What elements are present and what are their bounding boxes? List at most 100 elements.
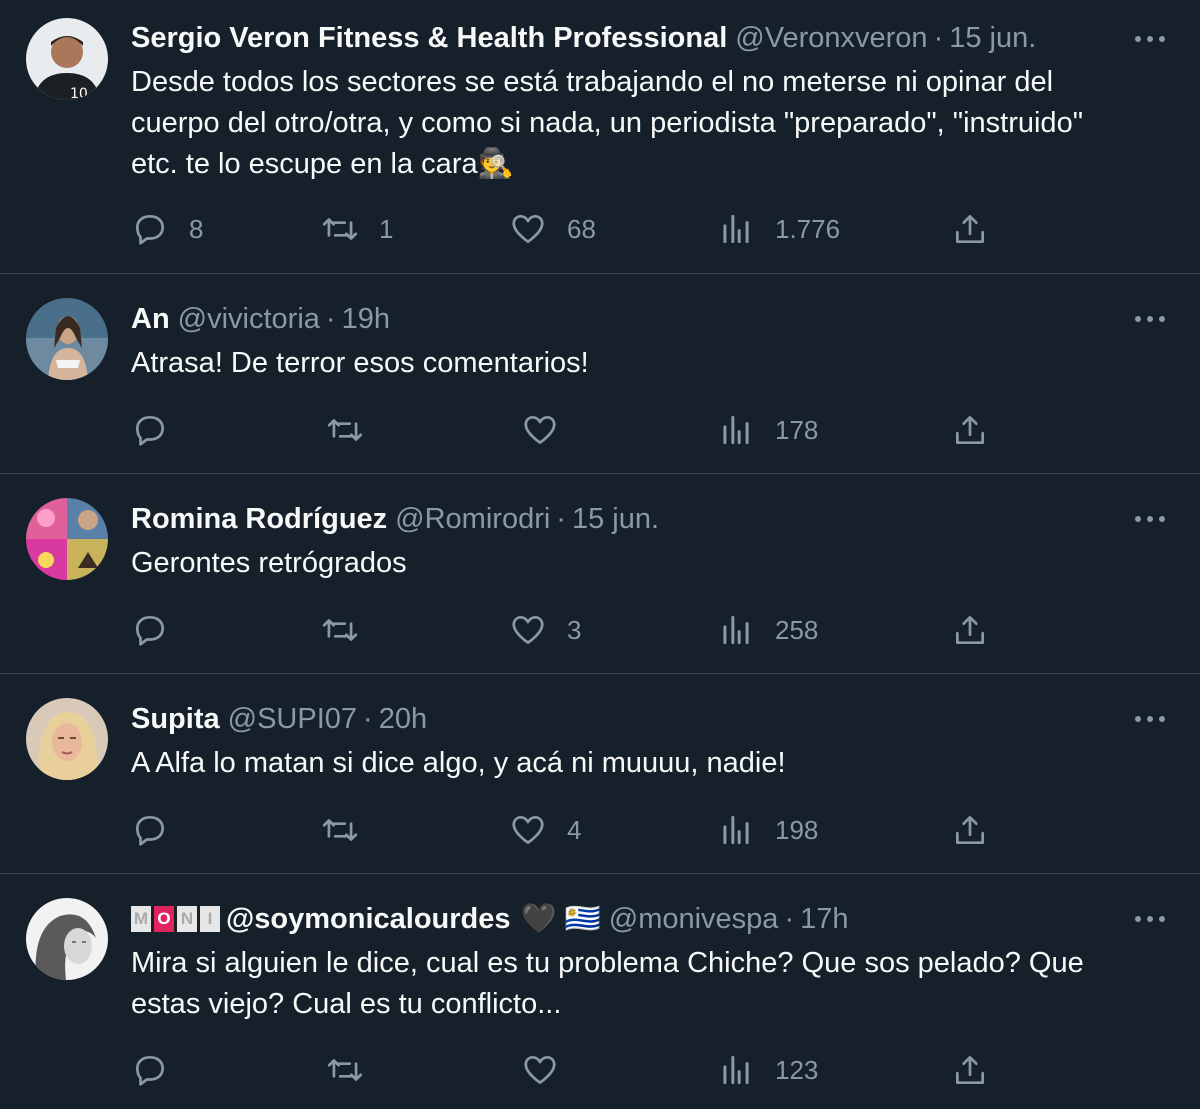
tweet-text-line: Mira si alguien le dice, cual es tu prob… xyxy=(131,947,1084,979)
share-icon xyxy=(955,815,985,845)
tweet[interactable]: Romina Rodríguez @Romirodri · 15 jun. Ge… xyxy=(0,474,1200,674)
views-count: 123 xyxy=(775,1054,819,1085)
views-icon xyxy=(723,815,749,845)
retweet-button[interactable] xyxy=(321,810,379,850)
timestamp[interactable]: 19h xyxy=(342,300,390,338)
timestamp[interactable]: 15 jun. xyxy=(949,19,1036,57)
tweet-text-line: Gerontes retrógrados xyxy=(131,547,407,579)
reply-button[interactable] xyxy=(131,410,189,450)
tweet[interactable]: 10 Sergio Veron Fitness & Health Profess… xyxy=(0,0,1200,274)
more-options-button[interactable] xyxy=(1132,704,1168,734)
timestamp[interactable]: 20h xyxy=(379,700,427,738)
views-button[interactable]: 178 xyxy=(717,410,818,450)
tweet-text: Atrasa! De terror esos comentarios! xyxy=(131,343,1171,384)
timestamp[interactable]: 15 jun. xyxy=(572,500,659,538)
action-bar: 123 xyxy=(131,1050,1011,1090)
views-button[interactable]: 123 xyxy=(717,1050,818,1090)
avatar[interactable] xyxy=(26,698,108,780)
share-button[interactable] xyxy=(951,1050,989,1090)
views-icon xyxy=(723,415,749,445)
heart-icon xyxy=(512,214,544,244)
display-name[interactable]: Sergio Veron Fitness & Health Profession… xyxy=(131,19,727,57)
reply-button[interactable]: 8 xyxy=(131,209,203,249)
views-count: 178 xyxy=(775,414,819,445)
avatar[interactable]: 10 xyxy=(26,18,108,100)
like-button[interactable] xyxy=(521,1050,579,1090)
views-count: 258 xyxy=(775,614,819,645)
retweet-button[interactable] xyxy=(326,1050,384,1090)
user-handle[interactable]: @Romirodri xyxy=(395,500,550,538)
reply-count: 8 xyxy=(189,213,204,244)
retweet-button[interactable]: 1 xyxy=(321,209,393,249)
retweet-icon xyxy=(322,218,358,240)
tweet-text: A Alfa lo matan si dice algo, y acá ni m… xyxy=(131,743,1171,784)
action-bar: 4 198 xyxy=(131,810,1011,850)
more-icon xyxy=(1135,716,1165,722)
avatar[interactable] xyxy=(26,298,108,380)
reply-button[interactable] xyxy=(131,810,189,850)
views-button[interactable]: 258 xyxy=(717,610,818,650)
black-heart-emoji: 🖤 xyxy=(520,903,557,935)
more-icon xyxy=(1135,316,1165,322)
retweet-button[interactable] xyxy=(321,610,379,650)
more-icon xyxy=(1135,36,1165,42)
tweet[interactable]: An @vivictoria · 19h Atrasa! De terror e… xyxy=(0,274,1200,474)
tweet[interactable]: M O N I @soymonicalourdes 🖤 🇺🇾 @monivesp… xyxy=(0,874,1200,1109)
display-name[interactable]: Romina Rodríguez xyxy=(131,500,387,538)
share-button[interactable] xyxy=(951,610,989,650)
like-button[interactable]: 4 xyxy=(509,810,581,850)
retweet-button[interactable] xyxy=(326,410,384,450)
badge-letter: O xyxy=(154,906,174,932)
tweet-header: Romina Rodríguez @Romirodri · 15 jun. xyxy=(131,500,659,538)
separator: · xyxy=(363,703,373,735)
tweet-text-line: cuerpo del otro/otra, y como si nada, un… xyxy=(131,107,1083,139)
more-options-button[interactable] xyxy=(1132,504,1168,534)
separator: · xyxy=(784,903,795,935)
tweet-text: Desde todos los sectores se está trabaja… xyxy=(131,62,1171,185)
like-button[interactable]: 68 xyxy=(509,209,596,249)
reply-button[interactable] xyxy=(131,1050,189,1090)
like-button[interactable]: 3 xyxy=(509,610,581,650)
action-bar: 3 258 xyxy=(131,610,1011,650)
share-button[interactable] xyxy=(951,209,989,249)
tweet[interactable]: Supita @SUPI07 · 20h A Alfa lo matan si … xyxy=(0,674,1200,874)
timestamp[interactable]: 17h xyxy=(800,900,848,938)
views-count: 198 xyxy=(775,814,819,845)
heart-icon xyxy=(512,815,544,845)
views-button[interactable]: 1.776 xyxy=(717,209,840,249)
views-icon xyxy=(723,1055,749,1085)
tweet-header: An @vivictoria · 19h xyxy=(131,300,390,338)
share-button[interactable] xyxy=(951,810,989,850)
views-icon xyxy=(723,214,749,244)
tweet-header: Sergio Veron Fitness & Health Profession… xyxy=(131,19,1036,57)
more-icon xyxy=(1135,916,1165,922)
user-handle[interactable]: @SUPI07 xyxy=(228,700,357,738)
reply-icon xyxy=(135,815,165,846)
share-button[interactable] xyxy=(951,410,989,450)
share-icon xyxy=(955,615,985,645)
svg-text:10: 10 xyxy=(70,86,88,100)
reply-button[interactable] xyxy=(131,610,189,650)
tweet-text-line: Desde todos los sectores se está trabaja… xyxy=(131,66,1054,98)
display-name[interactable]: An xyxy=(131,300,170,338)
more-options-button[interactable] xyxy=(1132,24,1168,54)
display-name[interactable]: @soymonicalourdes xyxy=(226,900,511,938)
heart-icon xyxy=(524,415,556,445)
avatar[interactable] xyxy=(26,498,108,580)
more-options-button[interactable] xyxy=(1132,904,1168,934)
user-handle[interactable]: @vivictoria xyxy=(178,300,320,338)
views-button[interactable]: 198 xyxy=(717,810,818,850)
display-name[interactable]: Supita xyxy=(131,700,220,738)
user-handle[interactable]: @monivespa xyxy=(609,900,779,938)
tweet-text: Gerontes retrógrados xyxy=(131,543,1171,584)
avatar[interactable] xyxy=(26,898,108,980)
more-options-button[interactable] xyxy=(1132,304,1168,334)
share-icon xyxy=(955,415,985,445)
like-count: 3 xyxy=(567,614,582,645)
views-count: 1.776 xyxy=(775,213,841,244)
tweet-header: M O N I @soymonicalourdes 🖤 🇺🇾 @monivesp… xyxy=(131,900,849,938)
like-button[interactable] xyxy=(521,410,579,450)
separator: · xyxy=(325,303,336,335)
badge-letter: I xyxy=(200,906,220,932)
user-handle[interactable]: @Veronxveron xyxy=(735,19,927,57)
